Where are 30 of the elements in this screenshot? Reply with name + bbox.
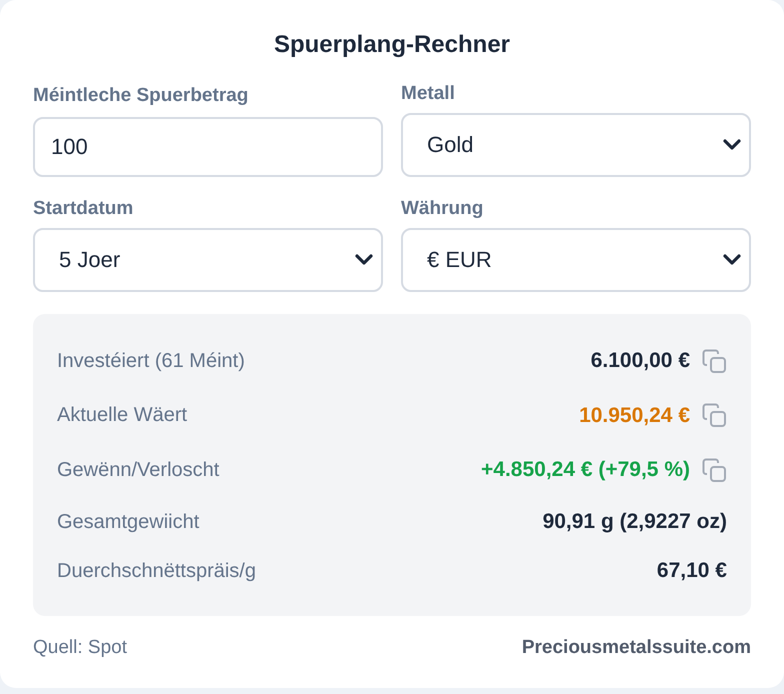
dropdown-field[interactable]: 5 Joer <box>33 228 383 292</box>
copy-icon[interactable] <box>702 403 727 428</box>
chevron-down-icon <box>355 254 373 266</box>
result-value: 90,91 g (2,9227 oz) <box>542 510 727 534</box>
result-value: 10.950,24 € <box>579 404 690 428</box>
input-field[interactable]: 100 <box>33 117 383 177</box>
result-value: 67,10 € <box>656 559 727 583</box>
result-label: Gewënn/Verloscht <box>57 458 220 482</box>
result-label: Aktuelle Wäert <box>57 404 188 428</box>
chevron-down-icon <box>723 254 741 266</box>
result-value: 6.100,00 € <box>590 349 690 374</box>
source-text: Quell: Spot <box>33 636 127 658</box>
site-link[interactable]: Preciousmetalssuite.com <box>522 636 751 658</box>
result-label: Duerchschnëttspräis/g <box>57 560 256 582</box>
result-label: Gesamtgewiicht <box>57 510 200 534</box>
calculator-title: Spuerplang-Rechner <box>272 30 512 60</box>
dropdown-value: € EUR <box>427 247 492 273</box>
dropdown-field[interactable]: € EUR <box>401 228 751 292</box>
chevron-down-icon <box>723 139 741 151</box>
copy-icon[interactable] <box>702 458 727 483</box>
dropdown-field[interactable]: Gold <box>401 113 751 177</box>
dropdown-value: 5 Joer <box>59 247 120 273</box>
field-label: Metall <box>401 82 455 106</box>
result-label: Investéiert (61 Méint) <box>57 350 245 373</box>
copy-icon[interactable] <box>702 348 727 374</box>
field-label: Méintleche Spuerbetrag <box>33 84 248 108</box>
field-label: Startdatum <box>33 197 134 221</box>
field-label: Währung <box>401 197 484 221</box>
result-value: +4.850,24 € (+79,5 %) <box>481 458 690 482</box>
dropdown-value: Gold <box>427 132 474 158</box>
